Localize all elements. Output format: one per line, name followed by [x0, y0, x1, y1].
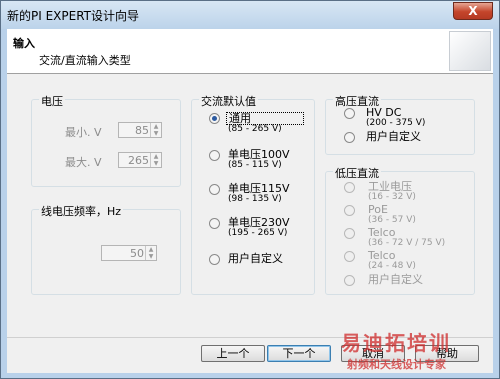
- footer-divider: [7, 337, 493, 338]
- min-voltage-label: 最小. V: [65, 126, 102, 139]
- radio-universal-range: (85 - 265 V): [228, 124, 282, 134]
- radio-industrial[interactable]: [344, 182, 355, 193]
- radio-ac-custom-label[interactable]: 用户自定义: [228, 253, 283, 264]
- radio-telco-72[interactable]: [344, 228, 355, 239]
- frequency-value: 50: [130, 247, 144, 260]
- radio-telco-72-label[interactable]: Telco: [368, 227, 395, 238]
- radio-single-115v-range: (98 - 135 V): [228, 194, 282, 204]
- min-voltage-value: 85: [135, 124, 149, 137]
- radio-hv-custom-label[interactable]: 用户自定义: [366, 131, 421, 142]
- radio-lv-custom-label[interactable]: 用户自定义: [368, 274, 423, 285]
- voltage-group: [31, 99, 181, 187]
- max-voltage-value: 265: [128, 154, 149, 167]
- prev-button[interactable]: 上一个: [201, 345, 265, 362]
- radio-single-115v[interactable]: [209, 184, 220, 195]
- cancel-button[interactable]: 取消: [341, 345, 405, 362]
- radio-single-230v[interactable]: [209, 218, 220, 229]
- radio-industrial-label[interactable]: 工业电压: [368, 181, 412, 192]
- wizard-logo-image: [449, 31, 491, 71]
- title-bar: 新的PI EXPERT设计向导 X: [1, 1, 499, 29]
- close-icon: X: [468, 4, 478, 18]
- radio-single-100v-label[interactable]: 单电压100V: [228, 149, 290, 160]
- radio-single-230v-label[interactable]: 单电压230V: [228, 217, 290, 228]
- next-button[interactable]: 下一个: [267, 345, 331, 362]
- wizard-body: 输入 交流/直流输入类型 电压 最小. V 85 ▲ ▼ 最大. V 265 ▲ ▼…: [7, 29, 493, 373]
- radio-poe[interactable]: [344, 205, 355, 216]
- lv-dc-group-label: 低压直流: [333, 165, 381, 181]
- radio-hv-custom[interactable]: [344, 132, 355, 143]
- spinner-arrows-icon[interactable]: ▲ ▼: [150, 153, 161, 167]
- radio-telco-48-range: (24 - 48 V): [368, 261, 416, 271]
- frequency-spinner[interactable]: 50 ▲ ▼: [101, 245, 157, 261]
- radio-single-100v[interactable]: [209, 150, 220, 161]
- max-voltage-spinner[interactable]: 265 ▲ ▼: [118, 152, 162, 168]
- radio-hv-dc-range: (200 - 375 V): [366, 118, 426, 128]
- frequency-group-label: 线电压频率，Hz: [39, 203, 124, 219]
- radio-poe-range: (36 - 57 V): [368, 215, 416, 225]
- radio-universal[interactable]: [209, 113, 220, 124]
- page-subtitle: 交流/直流输入类型: [39, 54, 131, 67]
- window-title: 新的PI EXPERT设计向导: [7, 9, 140, 23]
- radio-single-230v-range: (195 - 265 V): [228, 228, 288, 238]
- close-button[interactable]: X: [453, 2, 493, 20]
- radio-ac-custom[interactable]: [209, 254, 220, 265]
- radio-single-100v-range: (85 - 115 V): [228, 160, 282, 170]
- radio-hv-dc[interactable]: [344, 108, 355, 119]
- max-voltage-label: 最大. V: [65, 156, 102, 169]
- spinner-arrows-icon[interactable]: ▲ ▼: [145, 246, 156, 260]
- ac-default-group-label: 交流默认值: [199, 93, 258, 109]
- spinner-arrows-icon[interactable]: ▲ ▼: [150, 123, 161, 137]
- radio-poe-label[interactable]: PoE: [368, 204, 388, 215]
- radio-lv-custom[interactable]: [344, 275, 355, 286]
- page-title: 输入: [13, 37, 35, 50]
- radio-telco-72-range: (36 - 72 V / 75 V): [368, 238, 446, 248]
- min-voltage-spinner[interactable]: 85 ▲ ▼: [118, 122, 162, 138]
- wizard-header: 输入 交流/直流输入类型: [7, 29, 493, 74]
- radio-single-115v-label[interactable]: 单电压115V: [228, 183, 290, 194]
- radio-hv-dc-label[interactable]: HV DC: [366, 107, 401, 118]
- radio-industrial-range: (16 - 32 V): [368, 192, 416, 202]
- help-button[interactable]: 帮助: [415, 345, 479, 362]
- radio-telco-48[interactable]: [344, 251, 355, 262]
- voltage-group-label: 电压: [39, 93, 65, 109]
- wizard-window: 新的PI EXPERT设计向导 X 输入 交流/直流输入类型 电压 最小. V …: [0, 0, 500, 379]
- radio-telco-48-label[interactable]: Telco: [368, 250, 395, 261]
